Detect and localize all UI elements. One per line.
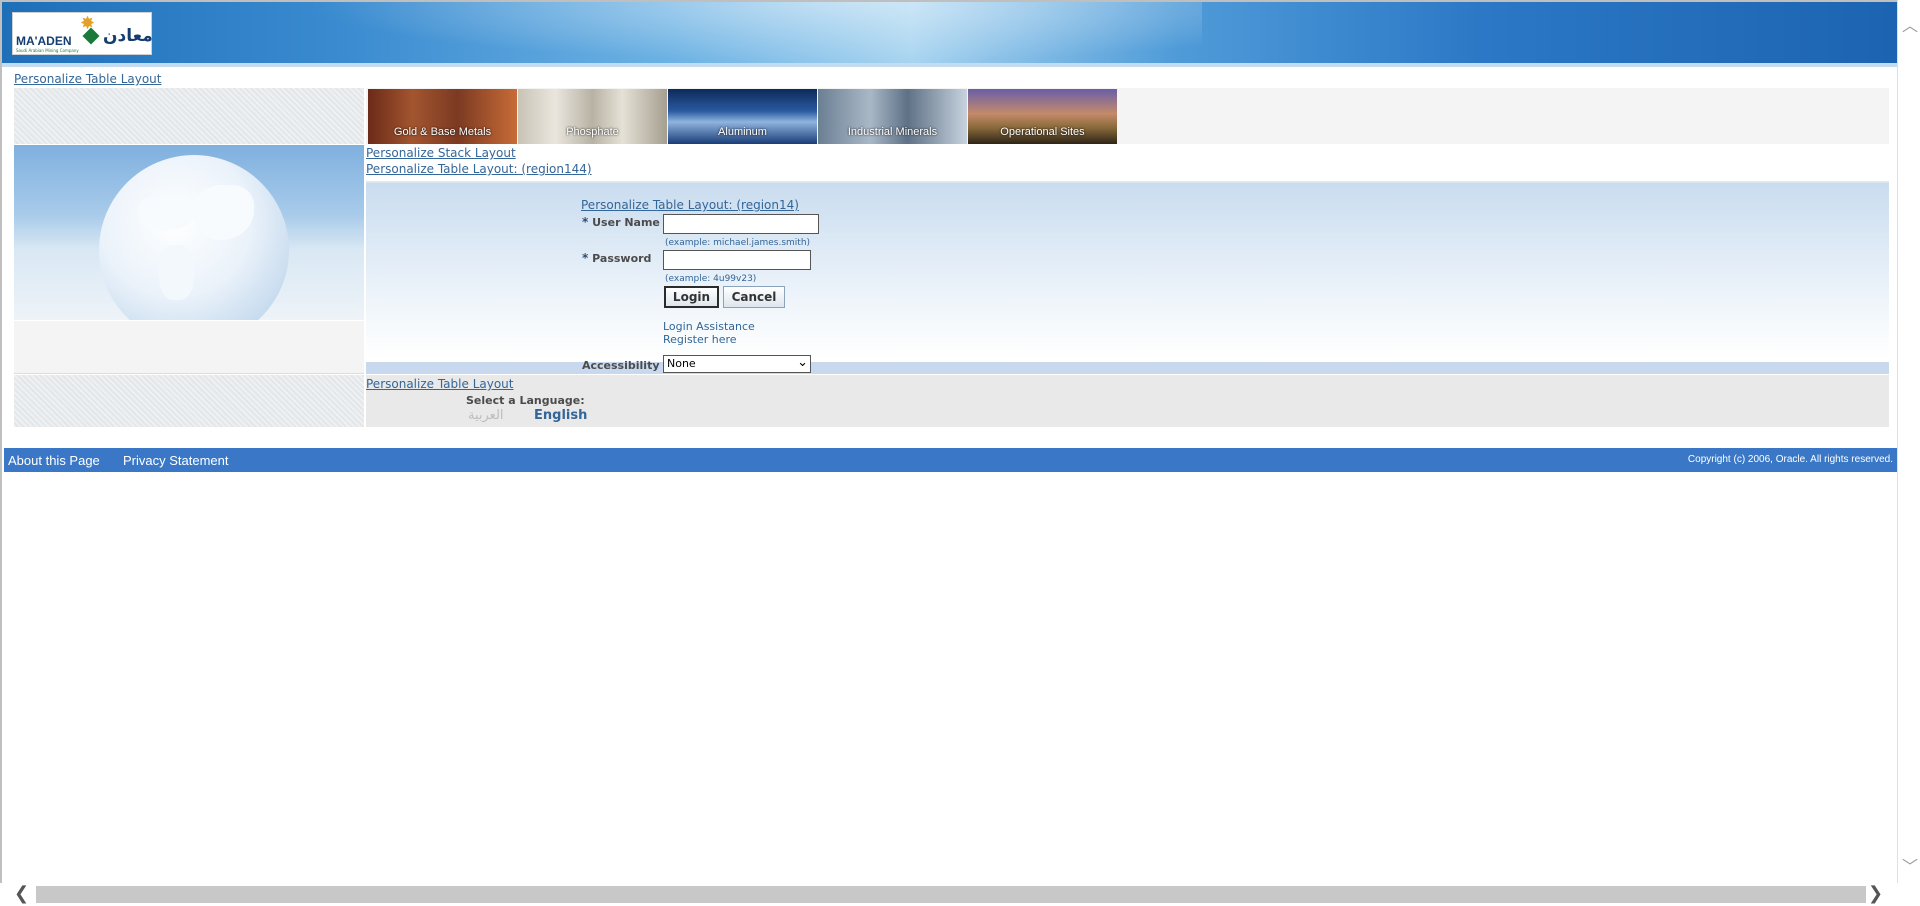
- about-page-link[interactable]: About this Page: [8, 453, 100, 468]
- tab-label: Industrial Minerals: [847, 126, 938, 138]
- username-hint: (example: michael.james.smith): [665, 238, 811, 248]
- left-panel-bottom: [14, 321, 364, 374]
- globe-icon: [99, 155, 289, 320]
- personalize-table-layout-bottom-link[interactable]: Personalize Table Layout: [366, 377, 513, 391]
- password-hint: (example: 4u99v23): [665, 274, 757, 284]
- chevron-down-icon: ⌄: [797, 355, 808, 370]
- required-marker: *: [582, 251, 589, 265]
- copyright-text: Copyright (c) 2006, Oracle. All rights r…: [1687, 454, 1893, 465]
- left-panel-top: [14, 88, 364, 144]
- tab-industrial-minerals[interactable]: Industrial Minerals: [818, 89, 967, 144]
- username-label: * User Name: [582, 215, 660, 229]
- tab-label: Gold & Base Metals: [393, 126, 492, 138]
- username-input[interactable]: [663, 214, 819, 234]
- scrollbar-thumb[interactable]: [36, 886, 1866, 903]
- chevron-up-icon[interactable]: ︿: [1902, 12, 1918, 36]
- required-marker: *: [582, 215, 589, 229]
- logo-text-en: MA'ADEN: [16, 34, 72, 48]
- maaden-logo: ✸ MA'ADEN معادن Saudi Arabian Mining Com…: [12, 12, 153, 55]
- chevron-left-icon[interactable]: ❮: [14, 883, 29, 904]
- globe-image: [14, 145, 364, 320]
- login-assistance-link[interactable]: Login Assistance: [663, 320, 755, 333]
- browser-viewport: ✸ MA'ADEN معادن Saudi Arabian Mining Com…: [0, 0, 1897, 883]
- tab-gold-base-metals[interactable]: Gold & Base Metals: [368, 89, 517, 144]
- footer-bar: About this Page Privacy Statement Copyri…: [4, 448, 1897, 472]
- personalize-stack-layout-link[interactable]: Personalize Stack Layout: [366, 146, 516, 160]
- login-button[interactable]: Login: [664, 286, 719, 308]
- language-english-link[interactable]: English: [534, 408, 587, 423]
- scrollbar-corner: [1897, 883, 1920, 906]
- language-band: [366, 375, 1889, 427]
- accessibility-select[interactable]: None ⌄: [663, 355, 811, 373]
- logo-text-ar: معادن: [103, 26, 153, 46]
- tab-operational-sites[interactable]: Operational Sites: [968, 89, 1117, 144]
- privacy-statement-link[interactable]: Privacy Statement: [123, 453, 229, 468]
- vertical-scrollbar[interactable]: ︿ ﹀: [1897, 0, 1920, 883]
- language-arabic: العربية: [468, 408, 504, 423]
- register-here-link[interactable]: Register here: [663, 333, 737, 346]
- accessibility-value: None: [667, 357, 696, 370]
- horizontal-scrollbar[interactable]: ❮ ❯: [0, 883, 1897, 906]
- business-tabs: Gold & Base Metals Phosphate Aluminum In…: [368, 89, 1118, 144]
- accessibility-label: Accessibility: [582, 359, 660, 372]
- personalize-table-region14-link[interactable]: Personalize Table Layout: (region14): [581, 198, 799, 212]
- tab-label: Operational Sites: [1000, 126, 1085, 138]
- password-input[interactable]: [663, 250, 811, 270]
- personalize-table-layout-link[interactable]: Personalize Table Layout: [14, 72, 161, 86]
- personalize-table-region144-link[interactable]: Personalize Table Layout: (region144): [366, 162, 592, 176]
- header-banner: [2, 2, 1897, 63]
- password-label-text: Password: [592, 252, 652, 265]
- tab-label: Aluminum: [718, 126, 767, 138]
- tab-aluminum[interactable]: Aluminum: [668, 89, 817, 144]
- header-rule: [2, 63, 1897, 67]
- tab-label: Phosphate: [566, 126, 619, 138]
- select-language-label: Select a Language:: [466, 394, 585, 407]
- chevron-right-icon[interactable]: ❯: [1868, 883, 1883, 904]
- left-panel-strip: [14, 375, 364, 427]
- chevron-down-icon[interactable]: ﹀: [1902, 853, 1918, 877]
- tab-phosphate[interactable]: Phosphate: [518, 89, 667, 144]
- logo-subtitle: Saudi Arabian Mining Company: [16, 48, 79, 53]
- cancel-button[interactable]: Cancel: [723, 286, 785, 308]
- password-label: * Password: [582, 251, 651, 265]
- username-label-text: User Name: [592, 216, 660, 229]
